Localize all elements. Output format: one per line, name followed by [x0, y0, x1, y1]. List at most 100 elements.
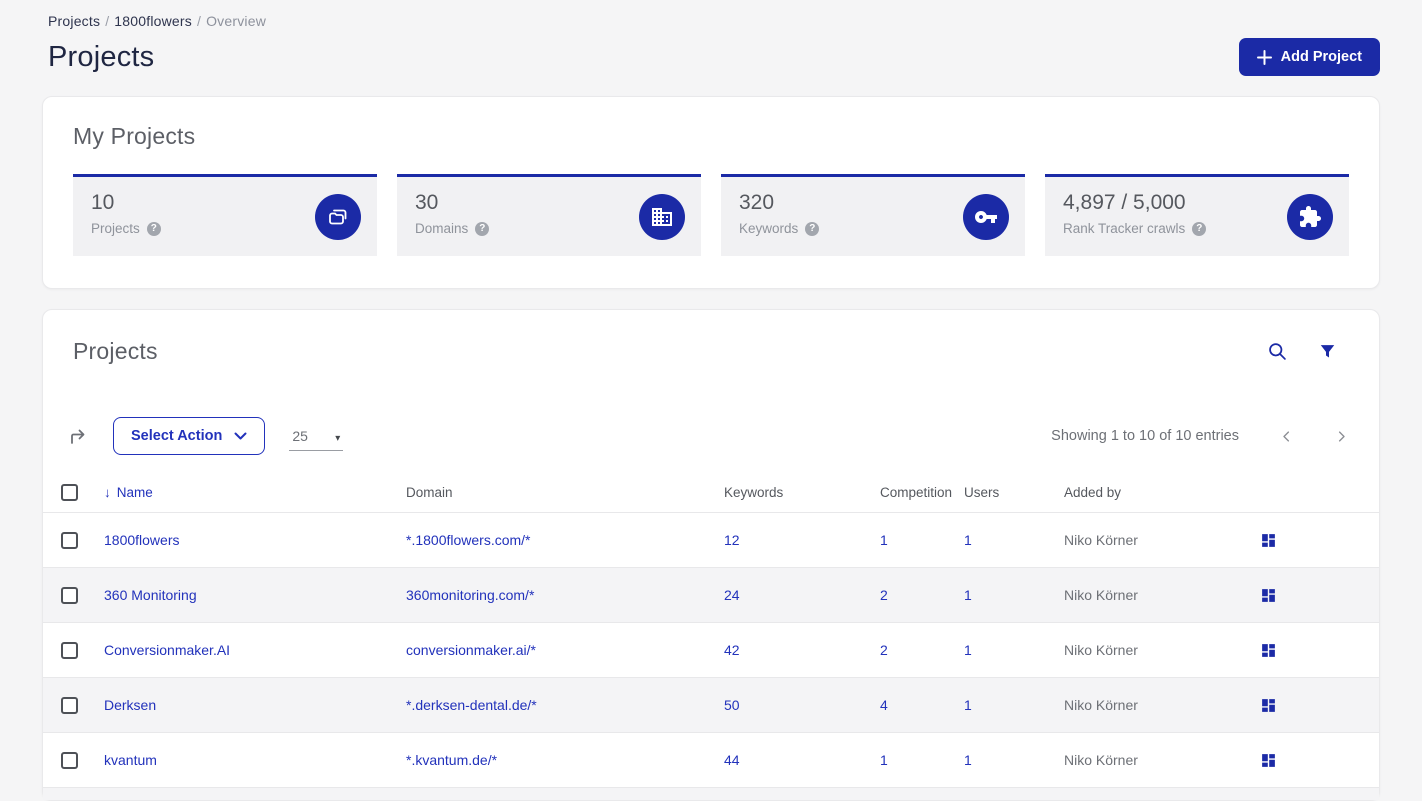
- add-project-label: Add Project: [1280, 49, 1362, 65]
- table-row: 1800flowers *.1800flowers.com/* 12 1 1 N…: [43, 513, 1379, 568]
- plus-icon: [1256, 49, 1272, 65]
- stat-tile-rank-tracker: 4,897 / 5,000 Rank Tracker crawls ?: [1045, 174, 1349, 256]
- table-row-partial: [43, 788, 1379, 800]
- row-checkbox[interactable]: [61, 751, 78, 769]
- column-header-added-by[interactable]: Added by: [1064, 485, 1260, 500]
- competition-count[interactable]: 4: [880, 697, 964, 713]
- stat-tile-domains: 30 Domains ?: [397, 174, 701, 256]
- dropdown-arrow-icon: [335, 428, 340, 444]
- competition-count[interactable]: 1: [880, 532, 964, 548]
- competition-count[interactable]: 1: [880, 752, 964, 768]
- project-domain-link[interactable]: conversionmaker.ai/*: [406, 642, 724, 658]
- sort-desc-icon: ↓: [104, 484, 111, 500]
- page-size-value: 25: [292, 427, 308, 444]
- stat-tile-projects: 10 Projects ?: [73, 174, 377, 256]
- stat-label: Rank Tracker crawls: [1063, 221, 1186, 236]
- added-by: Niko Körner: [1064, 752, 1138, 768]
- project-domain-link[interactable]: *.kvantum.de/*: [406, 752, 724, 768]
- project-name-link[interactable]: Derksen: [104, 697, 406, 713]
- stat-tile-keywords: 320 Keywords ?: [721, 174, 1025, 256]
- projects-table-title: Projects: [73, 338, 158, 364]
- topbar: Projects/1800flowers / Overview Projects A…: [0, 0, 1422, 76]
- keywords-count[interactable]: 44: [724, 752, 880, 768]
- project-domain-link[interactable]: *.derksen-dental.de/*: [406, 697, 724, 713]
- project-domain-link[interactable]: 360monitoring.com/*: [406, 587, 724, 603]
- column-header-name[interactable]: ↓ Name: [104, 485, 406, 500]
- filter-icon[interactable]: [1318, 342, 1337, 361]
- help-icon[interactable]: ?: [1192, 221, 1207, 236]
- keywords-count[interactable]: 42: [724, 642, 880, 658]
- column-header-competition[interactable]: Competition: [880, 485, 964, 500]
- stat-label: Domains: [415, 221, 469, 236]
- keywords-count[interactable]: 50: [724, 697, 880, 713]
- stat-label: Keywords: [739, 221, 799, 236]
- project-name-link[interactable]: 1800flowers: [104, 532, 406, 548]
- chevron-down-icon: [234, 432, 247, 441]
- users-count[interactable]: 1: [964, 752, 1064, 768]
- row-checkbox[interactable]: [61, 696, 78, 714]
- breadcrumb-separator: /: [105, 13, 110, 29]
- keywords-count[interactable]: 24: [724, 587, 880, 603]
- dashboard-icon[interactable]: [1260, 697, 1277, 714]
- key-icon: [963, 193, 1009, 240]
- stat-label: Projects: [91, 221, 140, 236]
- added-by: Niko Körner: [1064, 532, 1138, 548]
- keywords-count[interactable]: 12: [724, 532, 880, 548]
- dashboard-icon[interactable]: [1260, 752, 1277, 769]
- column-header-keywords[interactable]: Keywords: [724, 485, 880, 500]
- breadcrumb-1800flowers[interactable]: 1800flowers: [114, 13, 192, 29]
- dashboard-icon[interactable]: [1260, 587, 1277, 604]
- export-arrow-icon[interactable]: [67, 425, 89, 447]
- table-body: 1800flowers *.1800flowers.com/* 12 1 1 N…: [43, 513, 1379, 800]
- users-count[interactable]: 1: [964, 532, 1064, 548]
- showing-entries-text: Showing 1 to 10 of 10 entries: [1051, 428, 1239, 444]
- page-header: Projects Add Project: [48, 38, 1380, 76]
- puzzle-icon: [1287, 193, 1333, 240]
- projects-table-card: Projects Select Action 25 ▾ Showing 1 to…: [42, 309, 1380, 801]
- table-row: Derksen *.derksen-dental.de/* 50 4 1 Nik…: [43, 678, 1379, 733]
- pagination-prev-button[interactable]: [1279, 429, 1294, 444]
- select-action-dropdown[interactable]: Select Action: [113, 417, 266, 455]
- added-by: Niko Körner: [1064, 697, 1138, 713]
- table-row: Conversionmaker.AI conversionmaker.ai/* …: [43, 623, 1379, 678]
- users-count[interactable]: 1: [964, 587, 1064, 603]
- my-projects-title: My Projects: [73, 123, 196, 149]
- project-name-link[interactable]: kvantum: [104, 752, 406, 768]
- row-checkbox[interactable]: [61, 641, 78, 659]
- users-count[interactable]: 1: [964, 697, 1064, 713]
- dashboard-icon[interactable]: [1260, 532, 1277, 549]
- project-domain-link[interactable]: *.1800flowers.com/*: [406, 532, 724, 548]
- stat-tiles: 10 Projects ? 30 Domains ? 320 Keywords …: [73, 174, 1349, 256]
- added-by: Niko Körner: [1064, 587, 1138, 603]
- table-row: 360 Monitoring 360monitoring.com/* 24 2 …: [43, 568, 1379, 623]
- pagination-next-button[interactable]: [1334, 429, 1349, 444]
- competition-count[interactable]: 2: [880, 642, 964, 658]
- table-header-row: ↓ Name Domain Keywords Competition Users…: [43, 472, 1379, 513]
- help-icon[interactable]: ?: [475, 221, 490, 236]
- select-all-checkbox[interactable]: [61, 483, 78, 501]
- competition-count[interactable]: 2: [880, 587, 964, 603]
- project-name-link[interactable]: 360 Monitoring: [104, 587, 406, 603]
- project-name-link[interactable]: Conversionmaker.AI: [104, 642, 406, 658]
- dashboard-icon[interactable]: [1260, 642, 1277, 659]
- row-checkbox[interactable]: [61, 586, 78, 604]
- building-icon: [639, 193, 685, 240]
- help-icon[interactable]: ?: [146, 221, 161, 236]
- page-size-select[interactable]: 25: [289, 421, 344, 451]
- breadcrumb-projects[interactable]: Projects: [48, 13, 100, 29]
- added-by: Niko Körner: [1064, 642, 1138, 658]
- breadcrumb-overview: Overview: [206, 13, 267, 29]
- projects-stack-icon: [315, 193, 361, 240]
- breadcrumb: Projects/1800flowers / Overview: [48, 13, 1380, 29]
- column-header-users[interactable]: Users: [964, 485, 1064, 500]
- table-row: kvantum *.kvantum.de/* 44 1 1 Niko Körne…: [43, 733, 1379, 788]
- search-icon[interactable]: [1267, 341, 1288, 362]
- row-checkbox[interactable]: [61, 531, 78, 549]
- users-count[interactable]: 1: [964, 642, 1064, 658]
- add-project-button[interactable]: Add Project: [1238, 38, 1380, 76]
- my-projects-card: My Projects 10 Projects ? 30 Domains ? 3…: [42, 96, 1380, 289]
- select-action-label: Select Action: [131, 428, 223, 444]
- help-icon[interactable]: ?: [805, 221, 820, 236]
- page-title: Projects: [48, 40, 155, 73]
- column-header-domain[interactable]: Domain: [406, 485, 724, 500]
